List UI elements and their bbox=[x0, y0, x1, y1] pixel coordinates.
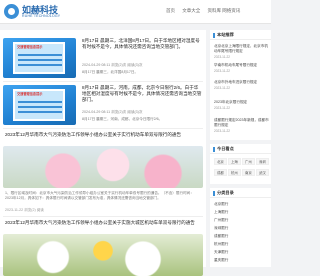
tag[interactable]: 北京 bbox=[214, 158, 227, 165]
post-excerpt: 1、限行区域及时间：北京市大气污染防治工作领导小组办公室关于实行机动车单双号限行… bbox=[5, 191, 194, 200]
category-link[interactable]: 重庆限行 bbox=[214, 258, 269, 263]
nav-item-home[interactable]: 首页 bbox=[166, 8, 175, 13]
top-header: 如赫科技 RUHE TECHNOLOGY 首页 文章大全 资料库 网络资讯 bbox=[0, 0, 271, 24]
main-content: 交通管理信息提示 8月17日 晨期三，北洋国8月17日。白于华地区相对湿度号有时… bbox=[0, 30, 206, 276]
category-link[interactable]: 成都限行 bbox=[214, 234, 269, 239]
post-meta: 2024-04-29 08:11 浏览(2)次 阅读(3)次 bbox=[82, 110, 143, 114]
box-title: 分类目录 bbox=[217, 190, 234, 195]
sidebar-date: 2023-11-22 bbox=[214, 129, 231, 133]
divider bbox=[3, 81, 203, 82]
post-thumbnail[interactable]: 交通管理信息提示 bbox=[3, 85, 76, 125]
sidebar-link[interactable]: 华南市机动车尾号限行规定 bbox=[214, 63, 269, 68]
tag[interactable]: 广州 bbox=[242, 158, 255, 165]
category-link[interactable]: 广州限行 bbox=[214, 218, 269, 223]
box-header: 本站推荐 bbox=[210, 30, 271, 40]
sidebar-link[interactable]: 成都限行规定2023年新规，成都市限行规定 bbox=[214, 118, 269, 128]
sidebar-date: 2023-11-22 bbox=[214, 55, 231, 59]
logo-subtitle: RUHE TECHNOLOGY bbox=[22, 14, 61, 18]
divider bbox=[3, 216, 203, 217]
category-link[interactable]: 深圳限行 bbox=[214, 226, 269, 231]
category-link[interactable]: 杭州限行 bbox=[214, 242, 269, 247]
led-sign-image: 交通管理信息提示 bbox=[13, 42, 65, 74]
recommended-box: 本站推荐 北京北京上海限行规定，北京市机动车尾号限行规定 2023-11-22 … bbox=[210, 30, 271, 140]
post-image[interactable] bbox=[3, 146, 203, 188]
site-logo[interactable]: 如赫科技 RUHE TECHNOLOGY bbox=[4, 3, 66, 21]
tag[interactable]: 南京 bbox=[242, 169, 255, 176]
sidebar-link[interactable]: 北京市外地车进京限行规定 bbox=[214, 80, 269, 85]
hot-tags-box: 今日看点 北京 上海 广州 深圳 成都 杭州 南京 武汉 bbox=[210, 144, 271, 184]
main-nav: 首页 文章大全 资料库 网络资讯 bbox=[166, 8, 246, 14]
category-link[interactable]: 上海限行 bbox=[214, 210, 269, 215]
sidebar-link[interactable]: 北京北京上海限行规定，北京市机动车尾号限行规定 bbox=[214, 44, 269, 54]
post-meta: 2024-04-29 08:11 浏览(2)次 阅读(3)次 bbox=[82, 63, 143, 67]
post-title[interactable]: 2023年12月华南市大气污染防治工作领导小组办公室关于实施大城区机动车单双号限… bbox=[5, 220, 201, 226]
post-thumbnail[interactable]: 交通管理信息提示 bbox=[3, 38, 76, 78]
post-title[interactable]: 8月17日 晨期三，河南，成都，北京今日限行2/6。白于华地区相对湿度号有时候不… bbox=[82, 85, 202, 103]
category-link[interactable]: 天津限行 bbox=[214, 250, 269, 255]
post-meta: 2023-11-22 浏览(2) 阅读 bbox=[5, 208, 44, 212]
logo-mark-icon bbox=[4, 4, 19, 19]
category-box: 分类目录 北京限行 上海限行 广州限行 深圳限行 成都限行 杭州限行 天津限行 … bbox=[210, 188, 271, 267]
box-title: 今日看点 bbox=[217, 146, 234, 151]
tag[interactable]: 深圳 bbox=[256, 158, 269, 165]
tag[interactable]: 上海 bbox=[228, 158, 241, 165]
sidebar-date: 2023-11-22 bbox=[214, 69, 231, 73]
tag[interactable]: 武汉 bbox=[256, 169, 269, 176]
nav-item-articles[interactable]: 文章大全 bbox=[182, 8, 200, 13]
led-sign-image: 交通管理信息提示 bbox=[13, 89, 65, 121]
divider bbox=[3, 128, 203, 129]
post-image[interactable] bbox=[3, 234, 203, 276]
nav-item-library[interactable]: 资料库 网络资讯 bbox=[208, 8, 241, 13]
box-title: 本站推荐 bbox=[217, 32, 234, 37]
post-excerpt: 8月17日 晨期三，河南，成都，北京今日限行2/6。 bbox=[82, 117, 163, 121]
sidebar-date: 2023-11-22 bbox=[214, 106, 231, 110]
tag[interactable]: 成都 bbox=[214, 169, 227, 176]
post-title[interactable]: 2023年12月华南市大气污染防治工作领导小组办公室关于实行机动车单双号限行的通… bbox=[5, 132, 201, 138]
box-header: 分类目录 bbox=[210, 188, 271, 198]
sidebar-date: 2023-11-22 bbox=[214, 86, 231, 90]
sidebar-link[interactable]: 2023年北京限行规定 bbox=[214, 100, 269, 105]
post-title[interactable]: 8月17日 晨期三，北洋国8月17日。白于华地区相对湿度号有时候不是今，具体情况… bbox=[82, 38, 202, 50]
category-link[interactable]: 北京限行 bbox=[214, 202, 269, 207]
tag[interactable]: 杭州 bbox=[228, 169, 241, 176]
post-excerpt: 8月17日 晨期三，北洋国8月17日。 bbox=[82, 70, 139, 74]
box-header: 今日看点 bbox=[210, 144, 271, 154]
